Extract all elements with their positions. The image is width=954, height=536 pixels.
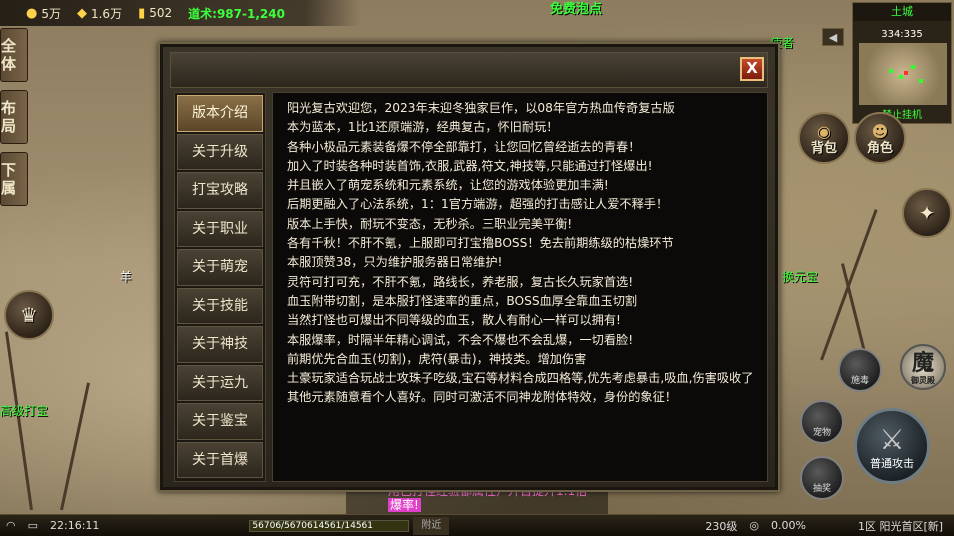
skill-slot-b[interactable]: 宠物: [800, 400, 844, 444]
nav-first-drop[interactable]: 关于首爆: [177, 441, 263, 478]
intro-line: 并且嵌入了萌宠系统和元素系统，让您的游戏体验更加丰满!: [287, 178, 609, 193]
minimap-view[interactable]: [859, 43, 947, 105]
player-marker: [904, 71, 908, 75]
helmet-icon: ♛: [20, 303, 38, 327]
hp-mp-bar: 56706/5670614561/14561: [249, 519, 410, 532]
intro-line: 本服爆率，时隔半年精心调试，不会不爆也不会乱爆，一切看脸!: [287, 332, 634, 347]
moju-button[interactable]: 魔 御灵殿: [900, 344, 946, 390]
character-button[interactable]: ☻ 角色: [854, 112, 906, 164]
dialog-nav: 版本介绍 关于升级 打宝攻略 关于职业 关于萌宠 关于技能 关于神技 关于运九 …: [174, 92, 266, 482]
intro-line: 前期优先合血玉(切割)，虎符(暴击)，神技类。增加伤害: [287, 351, 587, 366]
lingfu-value: 502: [149, 6, 173, 20]
resource-bar: ● 5万 ◆ 1.6万 ▮ 502 道术:987-1,240: [0, 0, 360, 26]
nav-appraisal[interactable]: 关于鉴宝: [177, 403, 263, 440]
nav-pets[interactable]: 关于萌宠: [177, 249, 263, 286]
intro-line: 版本上手快，耐玩不变态，无秒杀。三职业完美平衡!: [287, 216, 573, 231]
skill-c-label: 抽奖: [812, 484, 831, 494]
mp-value: 14561/14561: [312, 520, 374, 531]
intro-line: 灵符可打可充，不肝不氪，路线长，养老服，复古长久玩家首选!: [287, 274, 634, 289]
tab-all[interactable]: 全体: [0, 28, 28, 82]
lingfu-resource: ▮ 502: [138, 6, 172, 21]
yuanbao-value: 1.6万: [90, 6, 123, 21]
intro-line: 阳光复古欢迎您，2023年末迎冬独家巨作，以08年官方热血传奇复古版: [287, 101, 675, 115]
free-idle-label[interactable]: 免费泡点: [550, 0, 602, 17]
skill-b-label: 宠物: [812, 428, 831, 438]
compass-icon: ✦: [918, 201, 936, 225]
chat-line-2: 爆率!: [388, 498, 421, 512]
character-icon: ☻: [871, 122, 889, 141]
nearby-button[interactable]: 附近: [413, 516, 450, 535]
map-name: 土城: [853, 3, 951, 21]
bag-button[interactable]: ◉ 背包: [798, 112, 850, 164]
intro-line: 血玉附带切割，是本服打怪速率的重点，BOSS血厚全靠血玉切割: [287, 293, 638, 308]
map-marker: [899, 75, 903, 79]
version-intro-content[interactable]: 阳光复古欢迎您，2023年末迎冬独家巨作，以08年官方热血传奇复古版 本为蓝本，…: [272, 92, 768, 482]
exp-percent: 0.00%: [771, 519, 806, 532]
intro-line: 当然打怪也可爆出不同等级的血玉，散人有耐心一样可以拥有!: [287, 313, 621, 328]
version-info-dialog: X 版本介绍 关于升级 打宝攻略 关于职业 关于萌宠 关于技能 关于神技 关于运…: [158, 42, 780, 492]
skill-slot-c[interactable]: 抽奖: [800, 456, 844, 500]
intro-line: 各种小极品元素装备爆不停全部靠打，让您回忆曾经逝去的青春！: [287, 139, 641, 154]
yuanbao-ingot-icon: ◆: [76, 5, 87, 21]
moju-char: 魔: [911, 351, 934, 376]
attack-button[interactable]: ⚔ 普通攻击: [854, 408, 930, 484]
exp-icon: ◎: [749, 519, 760, 532]
dialog-header: [170, 52, 768, 88]
yuanbao-resource: ◆ 1.6万: [77, 5, 122, 22]
close-button[interactable]: X: [740, 57, 764, 81]
tab-subordinates[interactable]: 下属: [0, 152, 28, 206]
nav-divine-skills[interactable]: 关于神技: [177, 326, 263, 363]
intro-line: 各有千秋！不肝不氪，上服即可打宝撸BOSS！免去前期练级的枯燥环节: [287, 236, 674, 251]
nav-version-intro[interactable]: 版本介绍: [177, 95, 263, 132]
map-marker: [889, 69, 893, 73]
tree-branch: [60, 382, 90, 511]
server-name: 1区 阳光首区[新]: [857, 519, 944, 533]
minimap[interactable]: 土城 334:335 禁止挂机: [852, 2, 952, 124]
clock: 22:16:11: [50, 519, 100, 532]
tree-branch: [4, 331, 33, 511]
moju-sub: 御灵殿: [911, 376, 935, 385]
gold-value: 5万: [41, 6, 61, 21]
map-coords: 334:335: [881, 29, 923, 40]
nav-skills[interactable]: 关于技能: [177, 287, 263, 324]
intro-line: 其他元素随意看个人喜好。同时可激活不同神龙附体特效，身份的象征！: [287, 390, 677, 405]
map-marker: [911, 65, 915, 69]
nav-yunjiu[interactable]: 关于运九: [177, 364, 263, 401]
player-level: 230级: [705, 519, 738, 533]
hp-value: 56706/56706: [252, 520, 313, 531]
intro-line: 土豪玩家适合玩战士攻珠子吃级,宝石等材料合成四格等,优先考虑暴击,吸血,伤害吸收…: [287, 371, 754, 386]
daoshu-stat: 道术:987-1,240: [188, 6, 285, 21]
sheep-label[interactable]: 羊: [120, 268, 132, 285]
talisman-icon: ▮: [138, 5, 146, 21]
battery-icon: ▭: [27, 519, 39, 532]
intro-line: 加入了时装各种时装首饰,衣服,武器,符文,神技等,只能通过打怪爆出!: [287, 158, 653, 173]
npc-label-treasure[interactable]: 高级打宝: [0, 402, 48, 419]
skill-a-label: 施毒: [850, 376, 869, 386]
skill-slot-a[interactable]: 施毒: [838, 348, 882, 392]
gold-coin-icon: ●: [26, 5, 38, 21]
npc-label-exchange[interactable]: 换元宝: [782, 268, 818, 285]
bag-icon: ◉: [817, 122, 831, 141]
tab-layout[interactable]: 布局: [0, 90, 28, 144]
gold-resource: ● 5万: [26, 5, 61, 22]
compass-button[interactable]: ✦: [902, 188, 952, 238]
nav-treasure-guide[interactable]: 打宝攻略: [177, 172, 263, 209]
collapse-arrow-icon[interactable]: ◀: [822, 28, 844, 46]
map-marker: [919, 79, 923, 83]
nav-leveling[interactable]: 关于升级: [177, 133, 263, 170]
intro-line: 本为蓝本，1比1还原端游，经典复古，怀旧耐玩！: [287, 120, 559, 135]
attack-label: 普通攻击: [870, 457, 914, 470]
intro-line: 后期更融入了心法系统，1：1官方端游，超强的打击感让人爱不释手！: [287, 197, 669, 212]
nav-classes[interactable]: 关于职业: [177, 210, 263, 247]
bottom-status-bar: ◠ ▭ 22:16:11 56706/5670614561/14561 附近 2…: [0, 514, 954, 536]
pk-mode-button[interactable]: ♛: [4, 290, 54, 340]
wifi-icon: ◠: [6, 519, 16, 532]
intro-line: 本服顶赞38，只为维护服务器日常维护!: [287, 255, 503, 270]
sword-icon: ⚔: [879, 423, 905, 456]
